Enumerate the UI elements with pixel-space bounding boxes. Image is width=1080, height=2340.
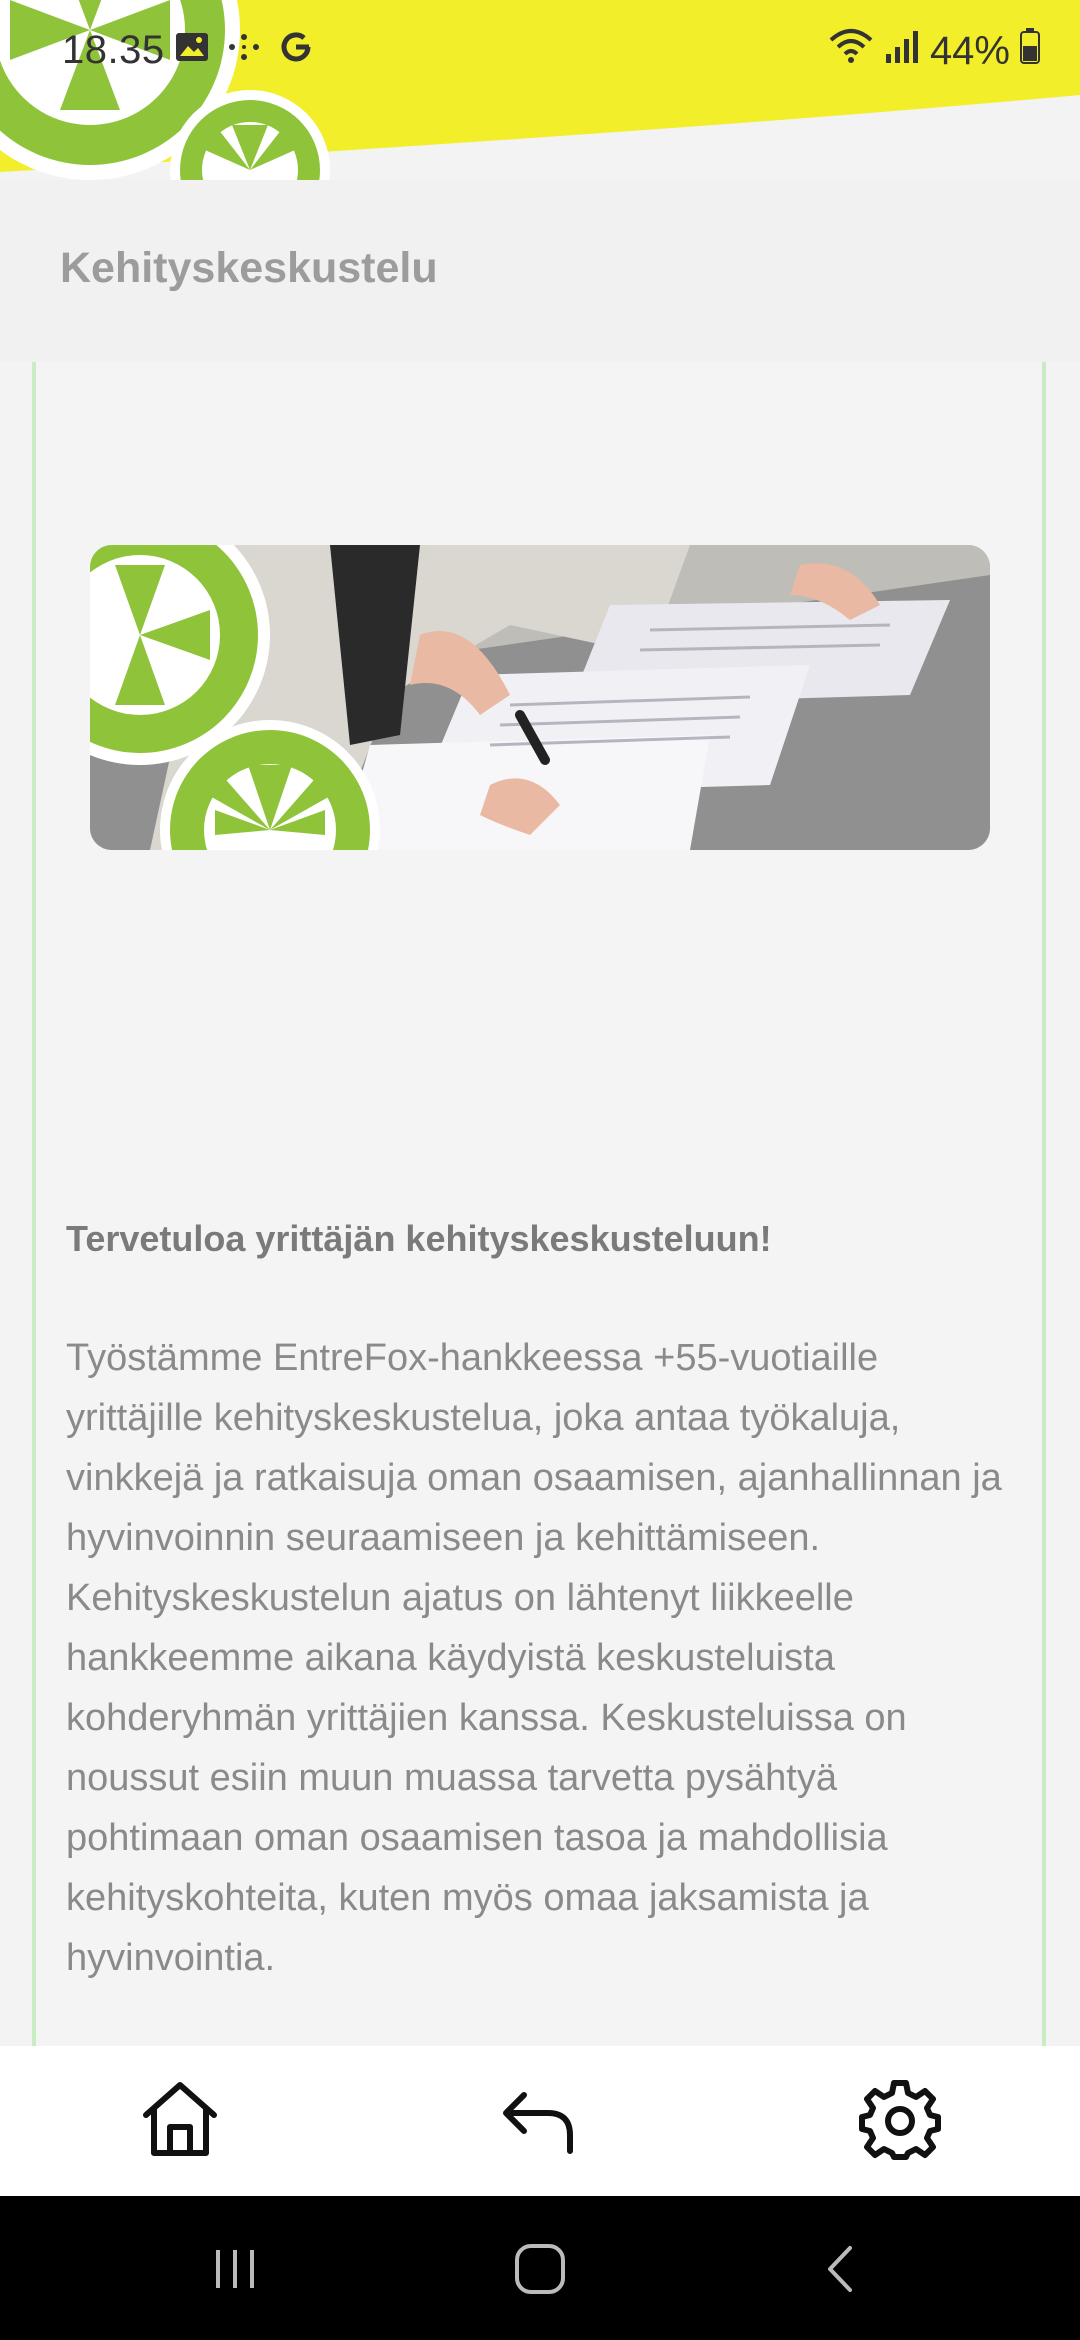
status-bar: 18.35 44% [0,0,1080,100]
page-title: Kehityskeskustelu [60,244,438,292]
system-home-button[interactable] [505,2236,575,2306]
settings-button[interactable] [855,2076,945,2166]
bottom-nav [0,2046,1080,2196]
battery-percent: 44% [929,28,1010,73]
back-chevron-icon [820,2242,860,2301]
home-button[interactable] [135,2076,225,2166]
back-button[interactable] [495,2076,585,2166]
hero-image [90,545,990,850]
image-icon [175,32,209,67]
home-circle-icon [513,2242,567,2301]
system-nav-bar [0,2196,1080,2340]
home-icon [138,2077,222,2166]
recents-icon [210,2244,260,2299]
reply-arrow-icon [498,2077,582,2166]
status-time: 18.35 [62,28,165,72]
gear-icon [858,2077,942,2166]
signal-icon [884,29,920,74]
intro-body: Työstämme EntreFox-hankkeessa +55-vuotia… [66,1337,1002,1979]
battery-icon [1020,28,1040,74]
recents-button[interactable] [200,2236,270,2306]
intro-heading: Tervetuloa yrittäjän kehityskeskusteluun… [66,1218,772,1259]
google-icon [279,30,313,69]
dots-icon [227,32,261,67]
wifi-icon [828,28,874,74]
system-back-button[interactable] [805,2236,875,2306]
